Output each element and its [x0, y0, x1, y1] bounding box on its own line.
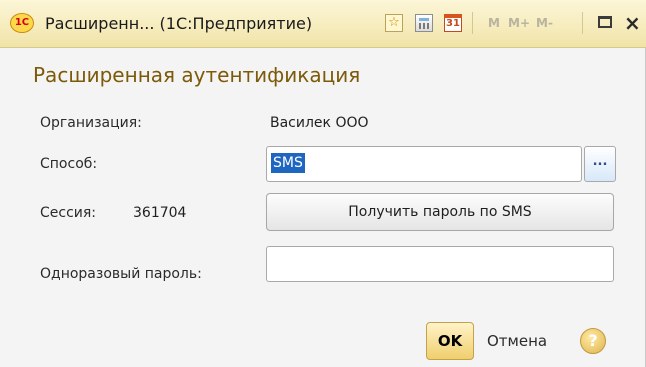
memory-button[interactable]: M	[488, 0, 500, 47]
ok-button[interactable]: OK	[426, 322, 474, 360]
window-title: Расширенн... (1С:Предприятие)	[45, 14, 313, 33]
maximize-icon[interactable]	[598, 16, 612, 28]
otp-input[interactable]	[266, 246, 614, 282]
form-heading: Расширенная аутентификация	[33, 63, 361, 87]
method-choose-button[interactable]: ...	[584, 146, 616, 182]
get-password-button[interactable]: Получить пароль по SMS	[266, 193, 614, 231]
toolbar-separator	[472, 12, 473, 34]
close-icon[interactable]: ×	[624, 0, 641, 47]
calculator-icon[interactable]	[415, 14, 433, 32]
calendar-icon[interactable]: 31	[444, 14, 462, 32]
cancel-button[interactable]: Отмена	[487, 322, 547, 360]
memory-plus-button[interactable]: M+	[508, 0, 530, 47]
memory-minus-button[interactable]: M-	[536, 0, 553, 47]
app-logo-icon[interactable]: 1С	[10, 13, 34, 33]
session-value: 361704	[133, 205, 187, 221]
otp-label: Одноразовый пароль:	[40, 266, 202, 282]
method-combobox[interactable]: SMS	[266, 146, 582, 182]
toolbar-separator	[582, 12, 583, 34]
title-bar[interactable]: 1С Расширенн... (1С:Предприятие) ☆ 31 M …	[0, 0, 646, 48]
help-icon[interactable]: ?	[580, 328, 606, 354]
session-label: Сессия:	[40, 205, 97, 221]
star-icon[interactable]: ☆	[385, 14, 403, 32]
dialog-window: 1С Расширенн... (1С:Предприятие) ☆ 31 M …	[0, 0, 646, 367]
method-label: Способ:	[40, 156, 98, 172]
organization-value: Василек ООО	[270, 115, 369, 131]
organization-label: Организация:	[40, 115, 142, 131]
method-value[interactable]: SMS	[271, 153, 305, 173]
